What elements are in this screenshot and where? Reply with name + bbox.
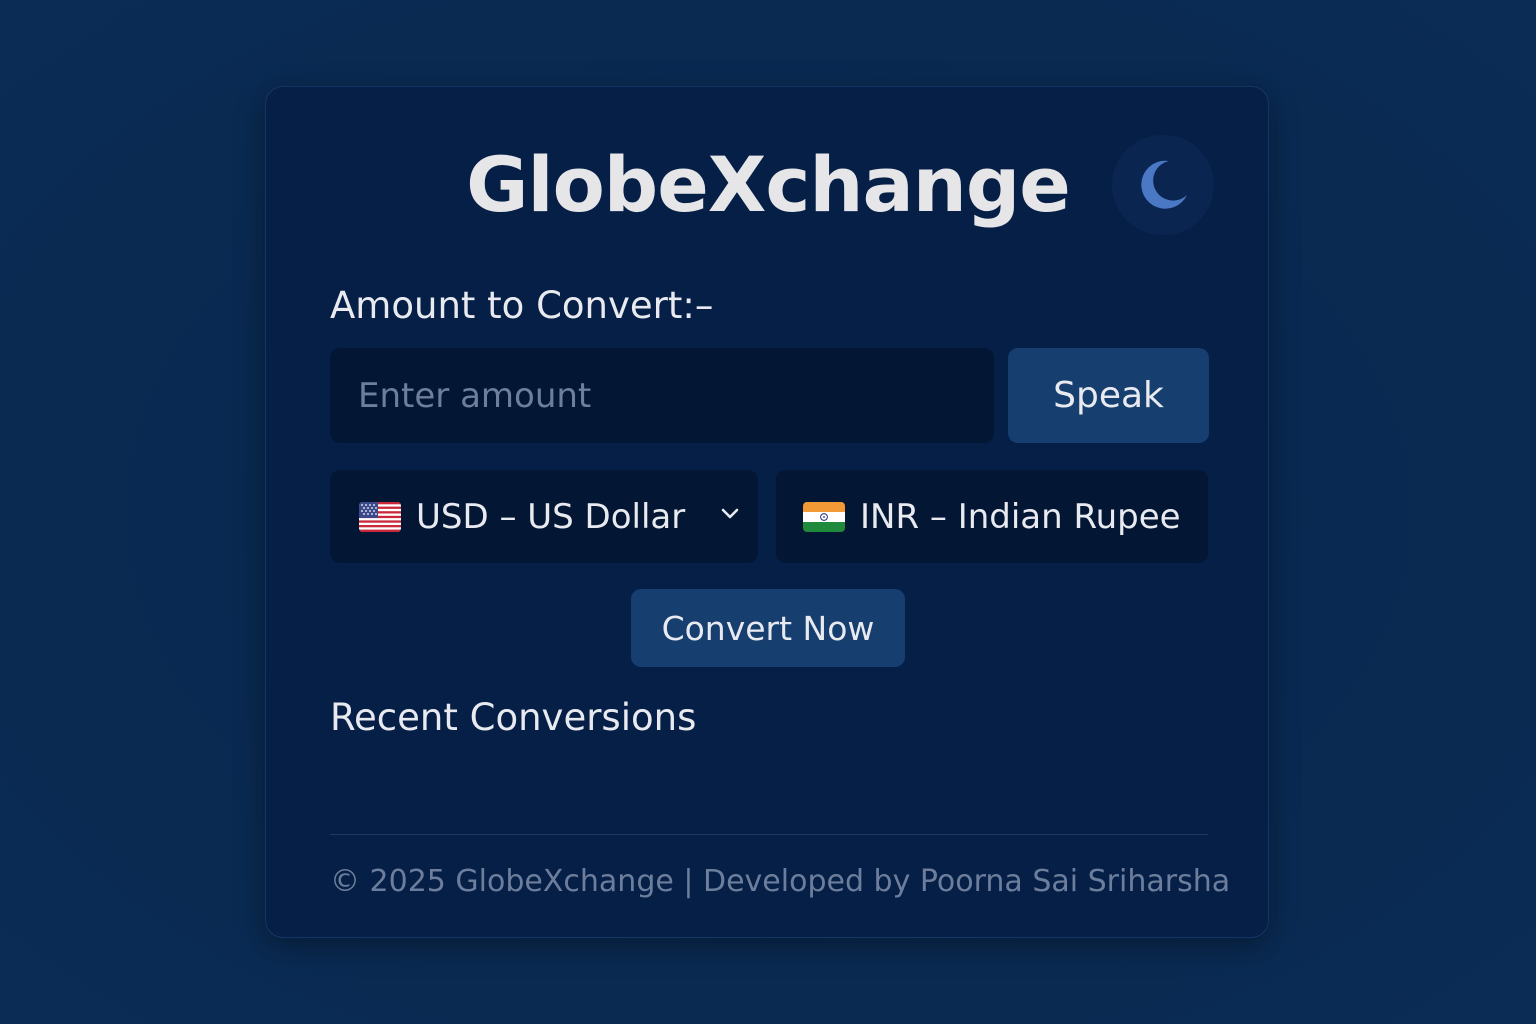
moon-icon xyxy=(1141,160,1187,209)
to-currency-label: INR – Indian Rupee xyxy=(860,496,1181,537)
amount-input[interactable] xyxy=(330,348,994,443)
india-flag-icon xyxy=(803,501,845,532)
theme-toggle-button[interactable] xyxy=(1112,135,1214,235)
chevron-down-icon xyxy=(721,508,739,519)
convert-now-button[interactable]: Convert Now xyxy=(631,589,905,667)
from-currency-select[interactable]: USD – US Dollar xyxy=(330,470,758,563)
page-background: GlobeXchange Amount to Convert:– Speak xyxy=(0,0,1536,1024)
to-currency-select[interactable]: INR – Indian Rupee xyxy=(776,470,1208,563)
app-title: GlobeXchange xyxy=(466,140,1071,229)
speak-button[interactable]: Speak xyxy=(1008,348,1209,443)
amount-label: Amount to Convert:– xyxy=(330,284,714,327)
footer-divider xyxy=(330,834,1208,835)
recent-conversions-heading: Recent Conversions xyxy=(330,696,697,739)
from-currency-label: USD – US Dollar xyxy=(416,496,686,537)
footer-text: © 2025 GlobeXchange | Developed by Poorn… xyxy=(330,864,1231,899)
us-flag-icon xyxy=(359,501,401,532)
